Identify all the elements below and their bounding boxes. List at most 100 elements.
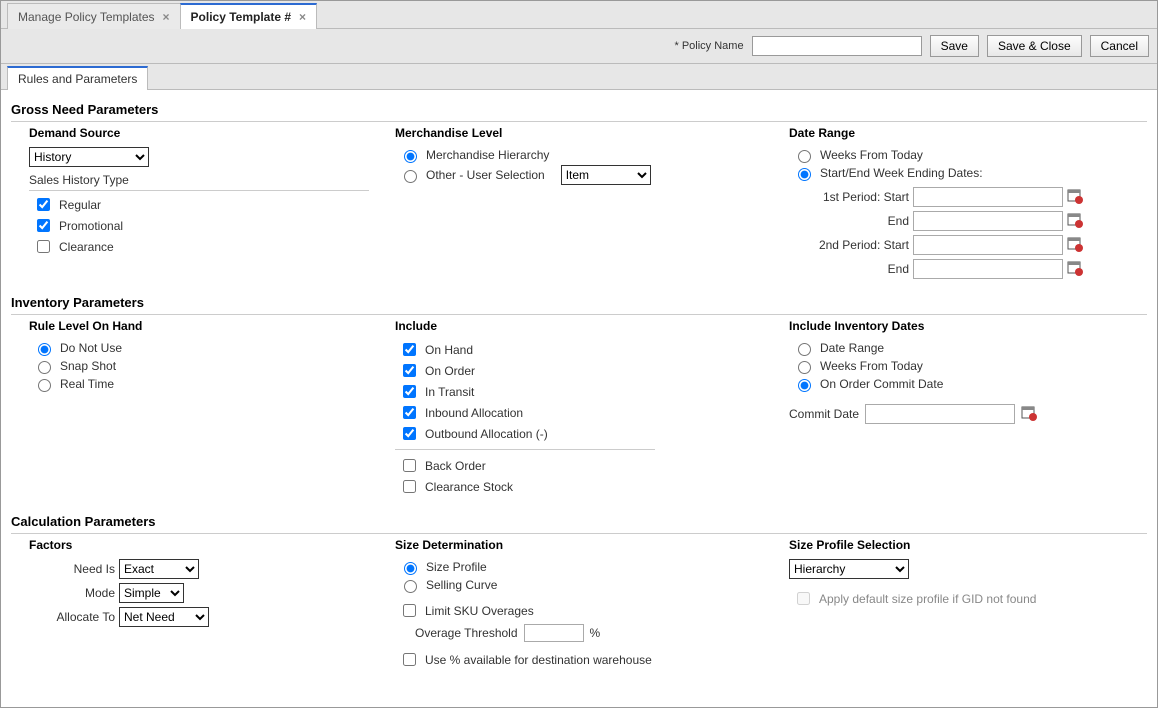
- checkbox-back-order[interactable]: [403, 459, 416, 472]
- calendar-icon[interactable]: [1067, 236, 1089, 255]
- size-determination-title: Size Determination: [395, 538, 765, 555]
- checkbox-in-transit[interactable]: [403, 385, 416, 398]
- merchandise-level-title: Merchandise Level: [395, 126, 765, 143]
- label-do-not-use: Do Not Use: [60, 341, 122, 355]
- radio-selling-curve[interactable]: [404, 580, 417, 593]
- date-range-title: Date Range: [789, 126, 1149, 143]
- top-tabs-bar: Manage Policy Templates × Policy Templat…: [1, 1, 1157, 29]
- overage-threshold-input[interactable]: [524, 624, 584, 642]
- label-back-order: Back Order: [425, 459, 486, 473]
- label-snap-shot: Snap Shot: [60, 359, 116, 373]
- label-outbound-allocation: Outbound Allocation (-): [425, 427, 548, 441]
- label-inv-date-range: Date Range: [820, 341, 884, 355]
- checkbox-outbound-allocation[interactable]: [403, 427, 416, 440]
- policy-name-label: * Policy Name: [675, 40, 744, 52]
- checkbox-on-hand[interactable]: [403, 343, 416, 356]
- label-in-transit: In Transit: [425, 385, 474, 399]
- radio-start-end-dates[interactable]: [798, 168, 811, 181]
- label-merch-other: Other - User Selection: [426, 168, 545, 182]
- checkbox-on-order[interactable]: [403, 364, 416, 377]
- need-is-label: Need Is: [35, 562, 115, 576]
- include-inventory-dates-title: Include Inventory Dates: [789, 319, 1149, 336]
- label-clearance-stock: Clearance Stock: [425, 480, 513, 494]
- sub-tabs-bar: Rules and Parameters: [1, 64, 1157, 90]
- radio-real-time[interactable]: [38, 379, 51, 392]
- checkbox-promotional[interactable]: [37, 219, 50, 232]
- label-on-order: On Order: [425, 364, 475, 378]
- label-p1-start: 1st Period: Start: [809, 190, 909, 204]
- checkbox-limit-sku-overages[interactable]: [403, 604, 416, 617]
- include-title: Include: [395, 319, 765, 336]
- size-profile-select[interactable]: Hierarchy: [789, 559, 909, 579]
- close-icon[interactable]: ×: [163, 10, 170, 24]
- section-calculation: Calculation Parameters: [11, 510, 1147, 534]
- percent-label: %: [590, 626, 601, 640]
- need-is-select[interactable]: Exact: [119, 559, 199, 579]
- merch-item-select[interactable]: Item: [561, 165, 651, 185]
- allocate-to-label: Allocate To: [35, 610, 115, 624]
- tab-rules-parameters[interactable]: Rules and Parameters: [7, 66, 148, 90]
- label-p1-end: End: [809, 214, 909, 228]
- radio-weeks-from-today[interactable]: [798, 150, 811, 163]
- label-merch-hierarchy: Merchandise Hierarchy: [426, 148, 549, 162]
- tab-policy-template[interactable]: Policy Template # ×: [180, 3, 318, 29]
- checkbox-clearance[interactable]: [37, 240, 50, 253]
- radio-merch-other[interactable]: [404, 170, 417, 183]
- commit-date-input[interactable]: [865, 404, 1015, 424]
- sales-history-type-label: Sales History Type: [29, 173, 369, 191]
- radio-size-profile[interactable]: [404, 562, 417, 575]
- checkbox-inbound-allocation[interactable]: [403, 406, 416, 419]
- calendar-icon[interactable]: [1067, 212, 1089, 231]
- calendar-icon[interactable]: [1067, 260, 1089, 279]
- subtab-label: Rules and Parameters: [18, 72, 137, 86]
- label-start-end-dates: Start/End Week Ending Dates:: [820, 166, 983, 180]
- section-inventory: Inventory Parameters: [11, 291, 1147, 315]
- checkbox-regular[interactable]: [37, 198, 50, 211]
- demand-source-title: Demand Source: [29, 126, 371, 143]
- tab-manage-policy-templates[interactable]: Manage Policy Templates ×: [7, 3, 181, 29]
- radio-inv-weeks[interactable]: [798, 361, 811, 374]
- input-p1-start[interactable]: [913, 187, 1063, 207]
- label-p2-end: End: [809, 262, 909, 276]
- radio-do-not-use[interactable]: [38, 343, 51, 356]
- calendar-icon[interactable]: [1021, 405, 1037, 424]
- label-inv-weeks: Weeks From Today: [820, 359, 923, 373]
- label-on-hand: On Hand: [425, 343, 473, 357]
- checkbox-apply-default-size-profile: [797, 592, 810, 605]
- label-clearance: Clearance: [59, 240, 114, 254]
- mode-select[interactable]: Simple: [119, 583, 184, 603]
- input-p2-start[interactable]: [913, 235, 1063, 255]
- demand-source-select[interactable]: History: [29, 147, 149, 167]
- save-button[interactable]: Save: [930, 35, 979, 57]
- checkbox-use-pct-available[interactable]: [403, 653, 416, 666]
- radio-snap-shot[interactable]: [38, 361, 51, 374]
- tab-label: Policy Template #: [191, 10, 291, 24]
- input-p2-end[interactable]: [913, 259, 1063, 279]
- label-size-profile: Size Profile: [426, 560, 487, 574]
- label-use-pct-available: Use % available for destination warehous…: [425, 653, 652, 667]
- cancel-button[interactable]: Cancel: [1090, 35, 1149, 57]
- label-promotional: Promotional: [59, 219, 123, 233]
- policy-name-input[interactable]: [752, 36, 922, 56]
- commit-date-label: Commit Date: [789, 407, 859, 421]
- radio-commit-date[interactable]: [798, 379, 811, 392]
- size-profile-selection-title: Size Profile Selection: [789, 538, 1149, 555]
- label-apply-default-size-profile: Apply default size profile if GID not fo…: [819, 592, 1036, 606]
- allocate-to-select[interactable]: Net Need: [119, 607, 209, 627]
- label-weeks-from-today: Weeks From Today: [820, 148, 923, 162]
- label-limit-sku-overages: Limit SKU Overages: [425, 604, 534, 618]
- input-p1-end[interactable]: [913, 211, 1063, 231]
- label-real-time: Real Time: [60, 377, 114, 391]
- radio-inv-date-range[interactable]: [798, 343, 811, 356]
- rule-level-title: Rule Level On Hand: [29, 319, 371, 336]
- section-gross-need: Gross Need Parameters: [11, 98, 1147, 122]
- calendar-icon[interactable]: [1067, 188, 1089, 207]
- checkbox-clearance-stock[interactable]: [403, 480, 416, 493]
- radio-merch-hierarchy[interactable]: [404, 150, 417, 163]
- label-regular: Regular: [59, 198, 101, 212]
- save-close-button[interactable]: Save & Close: [987, 35, 1082, 57]
- label-selling-curve: Selling Curve: [426, 578, 497, 592]
- close-icon[interactable]: ×: [299, 10, 306, 24]
- overage-threshold-label: Overage Threshold: [415, 626, 518, 640]
- toolbar: * Policy Name Save Save & Close Cancel: [1, 29, 1157, 64]
